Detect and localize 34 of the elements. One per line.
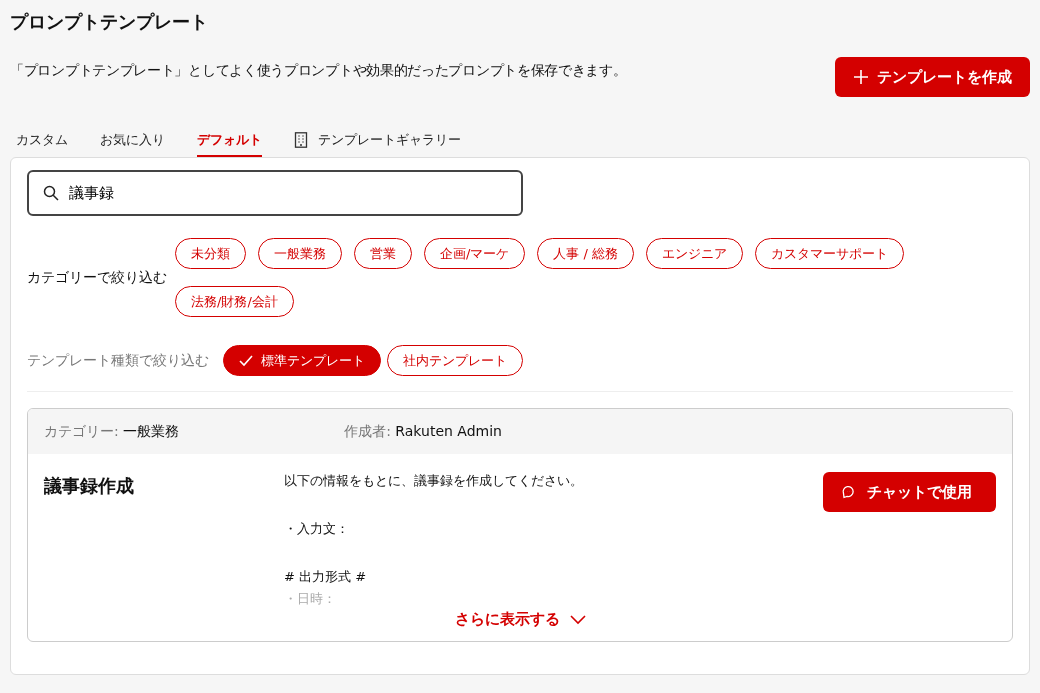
show-more-link[interactable]: さらに表示する [454,608,586,631]
category-chip[interactable]: 営業 [354,238,412,269]
chat-icon [841,484,857,500]
type-chip[interactable]: 社内テンプレート [387,345,523,376]
category-meta: カテゴリー: 一般業務 [44,422,180,441]
prompt-line: 以下の情報をもとに、議事録を作成してください。 [284,472,584,490]
building-icon [294,132,308,148]
search-icon [43,185,59,201]
prompt-line: # 出力形式 # [284,568,368,586]
search-field[interactable]: 議事録 [27,170,523,216]
prompt-line: ・日時： [284,590,337,606]
check-icon [239,354,253,367]
category-chip[interactable]: 企画/マーケ [424,238,526,269]
chevron-down-icon [569,614,586,625]
prompt-line: ・入力文： [284,520,350,538]
category-chip[interactable]: エンジニア [646,238,744,269]
page-description: 「プロンプトテンプレート」としてよく使うプロンプトや効果的だったプロンプトを保存できます。 [10,62,627,80]
author-meta: 作成者: Rakuten Admin [344,422,502,441]
category-chip[interactable]: カスタマーサポート [755,238,905,269]
filter-label: カテゴリーで絞り込む [27,268,167,287]
template-title: 議事録作成 [44,474,135,498]
create-template-button[interactable]: テンプレートを作成 [835,57,1030,97]
plus-icon [853,69,869,85]
tab[interactable]: お気に入り [100,127,165,157]
tab[interactable]: テンプレートギャラリー [294,127,461,157]
category-chip[interactable]: 法務/財務/会計 [175,286,294,317]
page-title: プロンプトテンプレート [10,10,209,34]
tab[interactable]: カスタム [16,127,68,157]
category-chip[interactable]: 一般業務 [258,238,342,269]
use-in-chat-button[interactable]: チャットで使用 [823,472,996,512]
category-chip[interactable]: 未分類 [175,238,246,269]
category-chip[interactable]: 人事 / 総務 [537,238,635,269]
filter-label: テンプレート種類で絞り込む [27,351,209,370]
type-chip[interactable]: 標準テンプレート [223,345,381,376]
